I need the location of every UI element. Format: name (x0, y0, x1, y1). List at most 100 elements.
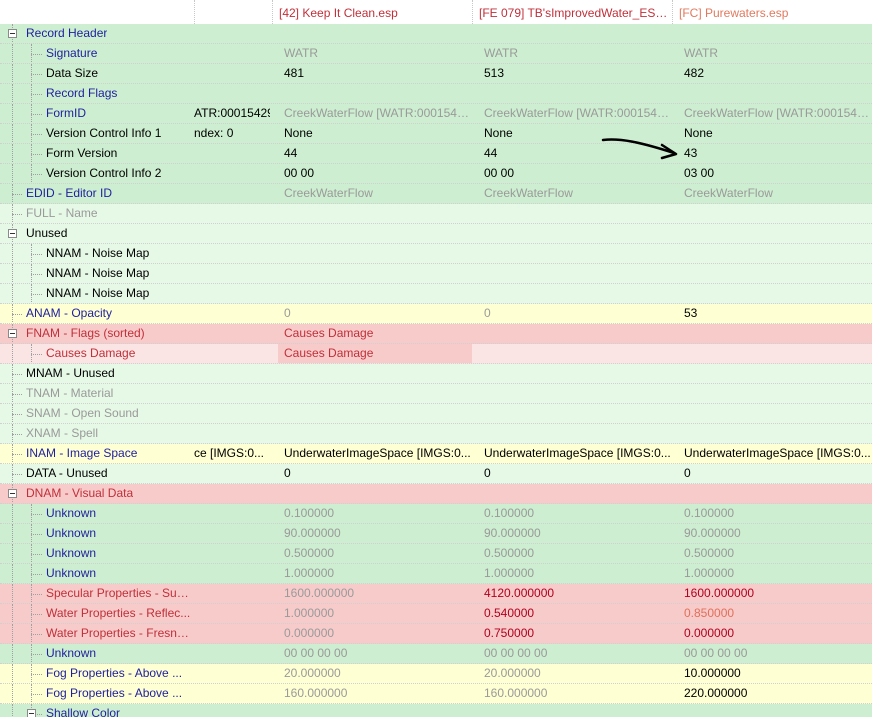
value-cell-keep-it-clean[interactable]: 481 (278, 64, 472, 83)
value-cell-improved-water[interactable] (478, 404, 672, 423)
value-cell-col1[interactable] (194, 384, 270, 403)
value-cell-purewaters[interactable]: 43 (678, 144, 872, 163)
value-cell-keep-it-clean[interactable]: 44 (278, 144, 472, 163)
value-cell-improved-water[interactable]: UnderwaterImageSpace [IMGS:0... (478, 444, 672, 463)
value-cell-col1[interactable] (194, 344, 270, 363)
value-cell-keep-it-clean[interactable]: 00 00 (278, 164, 472, 183)
table-row[interactable]: Data Size 481 513 482 (0, 64, 872, 84)
value-cell-purewaters[interactable]: UnderwaterImageSpace [IMGS:0... (678, 444, 872, 463)
value-cell-improved-water[interactable]: 4120.000000 (478, 584, 672, 603)
value-cell-purewaters[interactable] (678, 224, 872, 243)
table-row[interactable]: Shallow Color (0, 704, 872, 717)
value-cell-col1[interactable] (194, 284, 270, 303)
value-cell-col1[interactable] (194, 704, 270, 717)
table-row[interactable]: Specular Properties - Sun... 1600.000000 4… (0, 584, 872, 604)
value-cell-keep-it-clean[interactable] (278, 224, 472, 243)
value-cell-keep-it-clean[interactable]: 0.100000 (278, 504, 472, 523)
value-cell-purewaters[interactable]: 1.000000 (678, 564, 872, 583)
value-cell-keep-it-clean[interactable]: WATR (278, 44, 472, 63)
table-row[interactable]: Unused (0, 224, 872, 244)
value-cell-improved-water[interactable]: 0 (478, 464, 672, 483)
header-plugin-improved-water[interactable]: [FE 079] TB'sImprovedWater_ESL.e... (472, 0, 672, 24)
table-row[interactable]: Water Properties - Reflec... 1.000000 0.54… (0, 604, 872, 624)
value-cell-purewaters[interactable]: 0.100000 (678, 504, 872, 523)
header-plugin-keep-it-clean[interactable]: [42] Keep It Clean.esp (272, 0, 472, 24)
value-cell-keep-it-clean[interactable]: Causes Damage (278, 344, 472, 363)
value-cell-improved-water[interactable]: 00 00 00 00 (478, 644, 672, 663)
value-cell-col1[interactable] (194, 224, 270, 243)
table-row[interactable]: Unknown 0.100000 0.100000 0.100000 (0, 504, 872, 524)
table-row[interactable]: Unknown 90.000000 90.000000 90.000000 (0, 524, 872, 544)
value-cell-keep-it-clean[interactable] (278, 384, 472, 403)
value-cell-col1[interactable] (194, 164, 270, 183)
value-cell-improved-water[interactable]: 0.500000 (478, 544, 672, 563)
value-cell-keep-it-clean[interactable] (278, 284, 472, 303)
value-cell-improved-water[interactable] (478, 264, 672, 283)
collapse-icon[interactable] (27, 709, 36, 717)
value-cell-col1[interactable] (194, 584, 270, 603)
value-cell-improved-water[interactable] (478, 704, 672, 717)
value-cell-col1[interactable] (194, 84, 270, 103)
value-cell-purewaters[interactable] (678, 404, 872, 423)
value-cell-improved-water[interactable]: 0 (478, 304, 672, 323)
header-column-1[interactable] (194, 0, 272, 24)
value-cell-keep-it-clean[interactable] (278, 84, 472, 103)
value-cell-improved-water[interactable] (478, 424, 672, 443)
value-cell-improved-water[interactable]: 90.000000 (478, 524, 672, 543)
table-row[interactable]: Unknown 0.500000 0.500000 0.500000 (0, 544, 872, 564)
value-cell-purewaters[interactable]: 1600.000000 (678, 584, 872, 603)
table-row[interactable]: Version Control Info 2 00 00 00 00 03 00 (0, 164, 872, 184)
value-cell-purewaters[interactable]: 00 00 00 00 (678, 644, 872, 663)
value-cell-keep-it-clean[interactable]: UnderwaterImageSpace [IMGS:0... (278, 444, 472, 463)
value-cell-col1[interactable] (194, 364, 270, 383)
table-row[interactable]: SNAM - Open Sound (0, 404, 872, 424)
table-row[interactable]: ANAM - Opacity 0 0 53 (0, 304, 872, 324)
table-row[interactable]: TNAM - Material (0, 384, 872, 404)
table-row[interactable]: Causes Damage Causes Damage (0, 344, 872, 364)
value-cell-improved-water[interactable]: 0.750000 (478, 624, 672, 643)
table-row[interactable]: EDID - Editor ID CreekWaterFlow CreekWater… (0, 184, 872, 204)
value-cell-improved-water[interactable]: CreekWaterFlow (478, 184, 672, 203)
value-cell-keep-it-clean[interactable]: 0.500000 (278, 544, 472, 563)
value-cell-purewaters[interactable]: CreekWaterFlow [WATR:00015429] (678, 104, 872, 123)
value-cell-improved-water[interactable]: 1.000000 (478, 564, 672, 583)
collapse-icon[interactable] (8, 489, 17, 498)
value-cell-col1[interactable] (194, 484, 270, 503)
value-cell-col1[interactable] (194, 144, 270, 163)
value-cell-col1[interactable] (194, 544, 270, 563)
value-cell-improved-water[interactable] (478, 384, 672, 403)
value-cell-improved-water[interactable] (478, 364, 672, 383)
value-cell-improved-water[interactable] (478, 324, 672, 343)
value-cell-col1[interactable]: ndex: 0 (194, 124, 270, 143)
value-cell-keep-it-clean[interactable]: 0 (278, 304, 472, 323)
value-cell-improved-water[interactable]: WATR (478, 44, 672, 63)
value-cell-improved-water[interactable] (478, 84, 672, 103)
value-cell-improved-water[interactable] (478, 24, 672, 43)
value-cell-purewaters[interactable] (678, 284, 872, 303)
value-cell-purewaters[interactable]: 10.000000 (678, 664, 872, 683)
value-cell-keep-it-clean[interactable]: 90.000000 (278, 524, 472, 543)
value-cell-keep-it-clean[interactable] (278, 264, 472, 283)
value-cell-improved-water[interactable] (478, 224, 672, 243)
value-cell-col1[interactable] (194, 624, 270, 643)
table-row[interactable]: Fog Properties - Above ... 160.000000 160.… (0, 684, 872, 704)
value-cell-purewaters[interactable] (678, 244, 872, 263)
value-cell-keep-it-clean[interactable]: CreekWaterFlow [WATR:00015429] (278, 104, 472, 123)
value-cell-col1[interactable] (194, 244, 270, 263)
value-cell-keep-it-clean[interactable]: 0.000000 (278, 624, 472, 643)
value-cell-col1[interactable] (194, 44, 270, 63)
header-label-column[interactable] (0, 0, 194, 24)
collapse-icon[interactable] (8, 329, 17, 338)
table-row[interactable]: FNAM - Flags (sorted) Causes Damage (0, 324, 872, 344)
value-cell-col1[interactable] (194, 424, 270, 443)
collapse-icon[interactable] (8, 29, 17, 38)
value-cell-purewaters[interactable] (678, 344, 872, 363)
value-cell-improved-water[interactable]: CreekWaterFlow [WATR:00015429] (478, 104, 672, 123)
value-cell-col1[interactable] (194, 184, 270, 203)
value-cell-keep-it-clean[interactable] (278, 24, 472, 43)
value-cell-purewaters[interactable] (678, 24, 872, 43)
value-cell-col1[interactable] (194, 504, 270, 523)
value-cell-col1[interactable] (194, 644, 270, 663)
value-cell-col1[interactable] (194, 604, 270, 623)
table-row[interactable]: XNAM - Spell (0, 424, 872, 444)
